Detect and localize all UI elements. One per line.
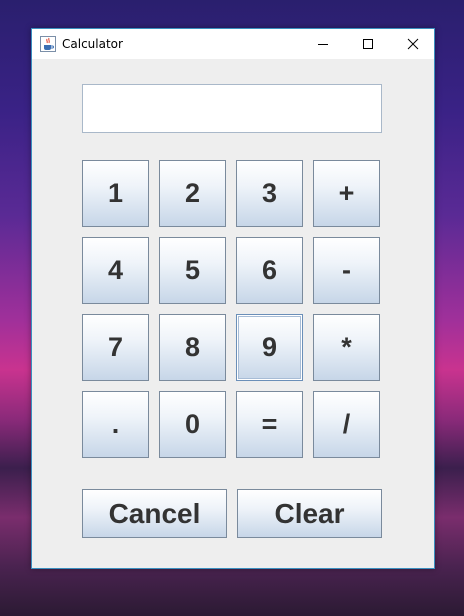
clear-button[interactable]: Clear bbox=[237, 489, 382, 538]
maximize-button[interactable] bbox=[345, 29, 391, 59]
key-3[interactable]: 3 bbox=[236, 160, 303, 227]
key-0[interactable]: 0 bbox=[159, 391, 226, 458]
minimize-button[interactable] bbox=[300, 29, 346, 59]
key-equals[interactable]: = bbox=[236, 391, 303, 458]
key-6[interactable]: 6 bbox=[236, 237, 303, 304]
key-5[interactable]: 5 bbox=[159, 237, 226, 304]
title-bar[interactable]: Calculator bbox=[32, 29, 434, 59]
key-decimal[interactable]: . bbox=[82, 391, 149, 458]
key-minus[interactable]: - bbox=[313, 237, 380, 304]
close-button[interactable] bbox=[390, 29, 436, 59]
minimize-icon bbox=[318, 44, 328, 45]
key-9[interactable]: 9 bbox=[236, 314, 303, 381]
key-2[interactable]: 2 bbox=[159, 160, 226, 227]
maximize-icon bbox=[363, 39, 373, 49]
key-plus[interactable]: + bbox=[313, 160, 380, 227]
calculator-window: Calculator 1 2 3 + 4 5 6 - 7 8 9 * . 0 =… bbox=[31, 28, 435, 569]
key-7[interactable]: 7 bbox=[82, 314, 149, 381]
cancel-button[interactable]: Cancel bbox=[82, 489, 227, 538]
key-multiply[interactable]: * bbox=[313, 314, 380, 381]
key-4[interactable]: 4 bbox=[82, 237, 149, 304]
key-divide[interactable]: / bbox=[313, 391, 380, 458]
key-1[interactable]: 1 bbox=[82, 160, 149, 227]
window-title: Calculator bbox=[62, 37, 123, 51]
close-icon bbox=[407, 38, 419, 50]
java-cup-icon bbox=[40, 36, 56, 52]
key-8[interactable]: 8 bbox=[159, 314, 226, 381]
display-field[interactable] bbox=[82, 84, 382, 133]
